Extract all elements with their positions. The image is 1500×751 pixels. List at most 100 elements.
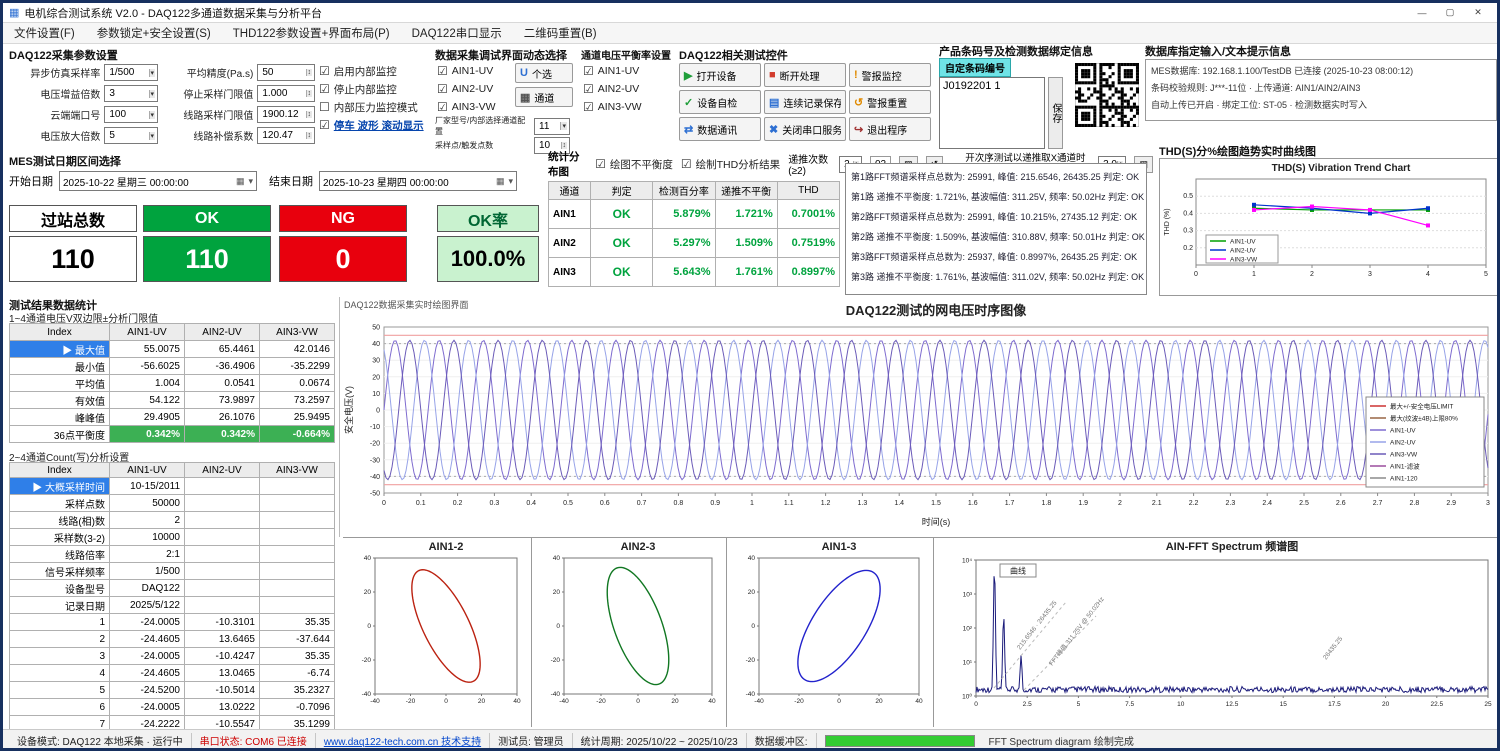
- waveform-chart[interactable]: DAQ122测试的网电压时序图像-50-40-30-20-10010203040…: [340, 297, 1500, 537]
- table-row[interactable]: 线路(相)数2: [10, 512, 335, 529]
- status-segments: 设备模式: DAQ122 本地采集 · 运行中串口状态: COM6 已连接www…: [9, 733, 817, 748]
- barcode-input[interactable]: J0192201 1: [939, 77, 1045, 149]
- table-row[interactable]: 记录日期2025/5/122: [10, 597, 335, 614]
- result-row[interactable]: AIN2OK5.297%1.509%0.7519%: [549, 229, 840, 258]
- chevron-down-icon[interactable]: ▾: [508, 176, 513, 187]
- param-input[interactable]: 5▾: [104, 127, 158, 144]
- result-row[interactable]: AIN1OK5.879%1.721%0.7001%: [549, 200, 840, 229]
- channel-checkbox-2[interactable]: ☑AIN3-VW: [437, 98, 511, 116]
- daq-buttons-grid: ▶打开设备■断开处理!警报监控 ✓设备自检▤连续记录保存↺警报重置 ⇄数据通讯✖关闭…: [679, 63, 935, 141]
- status-segment[interactable]: www.daq122-tech.com.cn 技术支持: [316, 733, 490, 748]
- table-row[interactable]: ▶ 大概采样时间10-15/2011: [10, 478, 335, 495]
- daq-control-button-2[interactable]: !警报监控: [849, 63, 931, 87]
- menu-item-1[interactable]: 参数锁定+安全设置(S): [86, 23, 222, 43]
- balance-checkbox-2[interactable]: ☑AIN3-VW: [583, 98, 642, 116]
- table-row[interactable]: 3-24.0005-10.424735.35: [10, 648, 335, 665]
- daq-control-button-0[interactable]: ▶打开设备: [679, 63, 761, 87]
- barcode-save-button[interactable]: 保存: [1048, 77, 1063, 149]
- daq-control-button-8[interactable]: ↪退出程序: [849, 117, 931, 141]
- channel-checkbox-0[interactable]: ☑AIN1-UV: [437, 62, 511, 80]
- fft-spectrum-chart[interactable]: AIN-FFT Spectrum 频谱图10⁴10³10²10¹10⁰02.55…: [934, 538, 1500, 728]
- chevron-down-icon[interactable]: ▾: [248, 176, 253, 187]
- table-row[interactable]: 平均值1.0040.05410.0674: [10, 375, 335, 392]
- daq-control-button-7[interactable]: ✖关闭串口服务: [764, 117, 846, 141]
- table-row[interactable]: 设备型号DAQ122: [10, 580, 335, 597]
- log-box[interactable]: 第1路FFT频谱采样点总数为: 25991, 峰值: 215.6546, 264…: [845, 163, 1147, 295]
- start-date-input[interactable]: 2025-10-22 星期三 00:00:00▦▾: [59, 171, 257, 191]
- daq-control-button-6[interactable]: ⇄数据通讯: [679, 117, 761, 141]
- lissajous-chart-ain2-3[interactable]: AIN2-3-40-2002040-40-2002040: [532, 538, 726, 728]
- param-label: 云端端口号: [9, 107, 100, 122]
- status-segment: 串口状态: COM6 已连接: [192, 733, 316, 748]
- param-input[interactable]: 3▾: [104, 85, 158, 102]
- table-row[interactable]: 6-24.000513.0222-0.7096: [10, 699, 335, 716]
- calendar-icon[interactable]: ▦: [236, 176, 245, 187]
- daq-control-button-1[interactable]: ■断开处理: [764, 63, 846, 87]
- count-config-table: IndexAIN1-UVAIN2-UVAIN3-VW▶ 大概采样时间10-15/…: [9, 462, 335, 733]
- table-row[interactable]: 2-24.460513.6465-37.644: [10, 631, 335, 648]
- daq-option-checkbox-0[interactable]: ☑启用内部监控: [319, 62, 431, 80]
- balance-checkbox-1[interactable]: ☑AIN2-UV: [583, 80, 642, 98]
- svg-text:12.5: 12.5: [1226, 701, 1239, 708]
- channel-mode-button-0[interactable]: U个选: [515, 63, 573, 83]
- svg-text:2.1: 2.1: [1152, 500, 1162, 507]
- param-input[interactable]: 120.47↕: [257, 127, 315, 144]
- svg-text:0: 0: [974, 701, 978, 708]
- menu-item-4[interactable]: 二维码重置(B): [513, 23, 608, 43]
- menu-item-3[interactable]: DAQ122串口显示: [401, 23, 513, 43]
- minimize-button[interactable]: —: [1409, 5, 1435, 20]
- channel-checkbox-1[interactable]: ☑AIN2-UV: [437, 80, 511, 98]
- calendar-icon[interactable]: ▦: [496, 176, 505, 187]
- close-button[interactable]: ✕: [1465, 5, 1491, 20]
- checkbox-icon: ☑: [583, 100, 594, 114]
- param-input[interactable]: 100▾: [104, 106, 158, 123]
- maximize-button[interactable]: ▢: [1437, 5, 1463, 20]
- rate-value: 100.0%: [437, 236, 539, 282]
- param-input[interactable]: 1900.12↕: [257, 106, 315, 123]
- svg-text:20: 20: [748, 589, 756, 596]
- param-input[interactable]: 1/500▾: [104, 64, 158, 81]
- param-input[interactable]: 50↕: [257, 64, 315, 81]
- svg-text:40: 40: [748, 555, 756, 562]
- table-row[interactable]: 信号采样频率1/500: [10, 563, 335, 580]
- table-row[interactable]: 峰峰值29.490526.107625.9495: [10, 409, 335, 426]
- table-row[interactable]: 36点平衡度0.342%0.342%-0.664%: [10, 426, 335, 443]
- svg-text:-20: -20: [746, 657, 756, 664]
- table-row[interactable]: 4-24.460513.0465-6.74: [10, 665, 335, 682]
- table-row[interactable]: 线路倍率2:1: [10, 546, 335, 563]
- balance-checkbox-0[interactable]: ☑AIN1-UV: [583, 62, 642, 80]
- svg-text:20: 20: [553, 589, 561, 596]
- param-input[interactable]: 1.000↕: [257, 85, 315, 102]
- lissajous-chart-ain1-3[interactable]: AIN1-3-40-2002040-40-2002040: [727, 538, 933, 728]
- table-row[interactable]: 最小值-56.6025-36.4906-35.2299: [10, 358, 335, 375]
- button-icon: ✓: [684, 96, 693, 109]
- table-row[interactable]: 5-24.5200-10.501435.2327: [10, 682, 335, 699]
- menu-item-0[interactable]: 文件设置(F): [3, 23, 86, 43]
- daq-control-button-5[interactable]: ↺警报重置: [849, 90, 931, 114]
- menu-item-2[interactable]: THD122参数设置+界面布局(P): [222, 23, 401, 43]
- result-row[interactable]: AIN3OK5.643%1.761%0.8997%: [549, 258, 840, 287]
- svg-text:-20: -20: [551, 657, 561, 664]
- daq-option-checkbox-1[interactable]: ☑停止内部监控: [319, 80, 431, 98]
- end-date-input[interactable]: 2025-10-23 星期四 00:00:00▦▾: [319, 171, 517, 191]
- thd-trend-chart[interactable]: THD(S) Vibration Trend Chart0.20.30.40.5…: [1159, 158, 1499, 296]
- svg-text:0.3: 0.3: [490, 500, 500, 507]
- table-row[interactable]: 采样数(3-2)10000: [10, 529, 335, 546]
- svg-text:0.1: 0.1: [416, 500, 426, 507]
- thd-trend-panel-title: THD(S)分%绘图趋势实时曲线图: [1159, 143, 1499, 159]
- svg-text:AIN1-UV: AIN1-UV: [1390, 428, 1416, 435]
- plot-option-checkbox-0[interactable]: ☑绘图不平衡度: [595, 155, 673, 173]
- channel-config-select[interactable]: 11▾: [534, 118, 570, 135]
- table-row[interactable]: 采样点数50000: [10, 495, 335, 512]
- lissajous-chart-ain1-2[interactable]: AIN1-2-40-2002040-40-2002040: [343, 538, 531, 728]
- daq-control-button-4[interactable]: ▤连续记录保存: [764, 90, 846, 114]
- table-row[interactable]: ▶ 最大值55.007565.446142.0146: [10, 341, 335, 358]
- table-row[interactable]: 有效值54.12273.989773.2597: [10, 392, 335, 409]
- channel-mode-button-1[interactable]: ▦通道: [515, 87, 573, 107]
- plot-option-checkbox-1[interactable]: ☑绘制THD分析结果: [681, 155, 780, 173]
- daq-option-checkbox-3[interactable]: ☑停车 波形 滚动显示: [319, 116, 431, 134]
- daq-option-checkbox-2[interactable]: ☐内部压力监控模式: [319, 98, 431, 116]
- svg-text:-40: -40: [362, 691, 372, 698]
- daq-control-button-3[interactable]: ✓设备自检: [679, 90, 761, 114]
- table-row[interactable]: 1-24.0005-10.310135.35: [10, 614, 335, 631]
